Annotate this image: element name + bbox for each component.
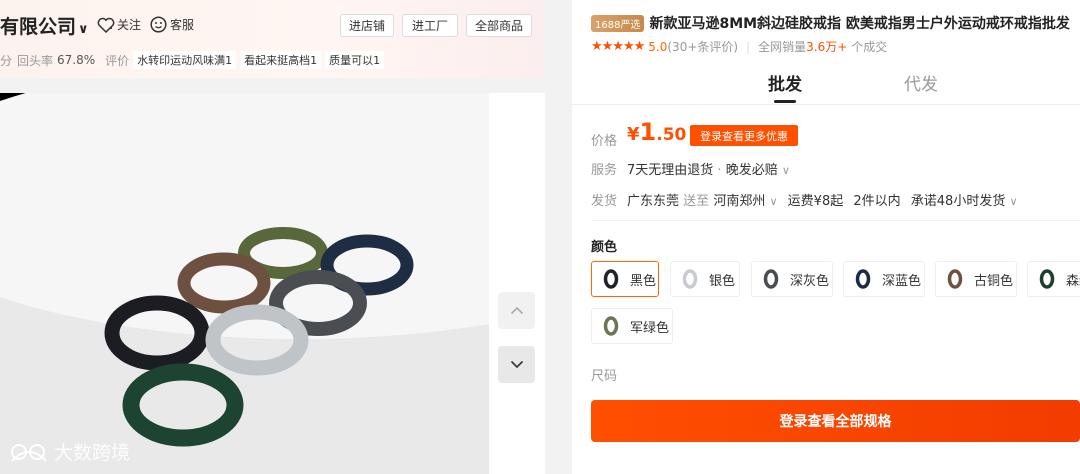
rating-row: ★★★★★ 5.0 (30+条评价) | 全网销量 3.6万+ 个成交: [591, 38, 887, 55]
price-decimal: .50: [656, 125, 687, 145]
color-option[interactable]: 深蓝色: [843, 261, 925, 297]
chevron-down-icon: ∨: [781, 164, 790, 177]
tab-wholesale[interactable]: 批发: [768, 70, 802, 95]
review-label: 评价: [105, 53, 130, 68]
review-count[interactable]: (30+条评价): [667, 38, 738, 55]
color-label: 颜色: [591, 240, 618, 255]
color-option[interactable]: 黑色: [591, 261, 659, 297]
ring-thumbnail-icon: [1037, 269, 1057, 289]
sales-suffix: 个成交: [851, 40, 888, 54]
follow-button[interactable]: 关注: [97, 16, 141, 33]
watermark: 大数跨境: [10, 438, 130, 465]
enter-store-button[interactable]: 进店铺: [340, 14, 394, 37]
shipping-info: 广东东莞 送至 河南郑州 ∨ 运费¥8起 2件以内 承诺48小时发货 ∨: [627, 190, 1018, 209]
ship-from: 广东东莞: [627, 194, 680, 209]
rings-image: [0, 93, 489, 474]
all-products-button[interactable]: 全部商品: [466, 14, 532, 37]
color-option-label: 银色: [709, 273, 736, 289]
divider: [572, 104, 1080, 105]
return-policy: 7天无理由退货: [627, 163, 714, 178]
price-integer: 1: [639, 118, 657, 146]
color-option[interactable]: 军绿色: [591, 308, 673, 344]
service-row-label: 服务: [591, 163, 618, 178]
star-rating-icon: ★★★★★: [591, 39, 645, 54]
watermark-text: 大数跨境: [54, 442, 131, 464]
color-option-label: 森绿: [1066, 273, 1080, 289]
size-label: 尺码: [591, 369, 618, 384]
shop-header: 有限公司 ∨ 关注 客服 进店铺 进工厂 全部商品 分 回头率 67.8% 评价 …: [0, 0, 545, 78]
chevron-down-icon: [510, 360, 523, 369]
smile-icon: [150, 16, 167, 33]
shipping-qty: 2件以内: [853, 194, 901, 209]
review-tag: 质量可以1: [325, 51, 385, 69]
title-row: 1688严选 新款亚马逊8MM斜边硅胶戒指 欧美戒指男士户外运动戒环戒指批发: [591, 13, 1070, 33]
rating-score: 5.0: [648, 39, 668, 54]
chevron-up-icon: [510, 306, 523, 315]
chevron-down-icon: ∨: [1009, 195, 1018, 208]
color-option-label: 古铜色: [974, 273, 1014, 289]
late-compensation: 晚发必赔: [725, 163, 778, 178]
customer-service-button[interactable]: 客服: [150, 16, 194, 33]
color-option[interactable]: 森绿: [1027, 261, 1080, 297]
price-label: 价格: [591, 134, 618, 149]
login-view-specs-button[interactable]: 登录查看全部规格: [591, 400, 1080, 442]
ring-thumbnail-icon: [601, 316, 621, 336]
product-photo[interactable]: 大数跨境: [0, 93, 489, 474]
sales-label: 全网销量: [758, 40, 807, 54]
product-title: 新款亚马逊8MM斜边硅胶戒指 欧美戒指男士户外运动戒环戒指批发: [649, 16, 1070, 32]
delivery-promise[interactable]: 承诺48小时发货 ∨: [911, 194, 1018, 209]
ring-thumbnail-icon: [945, 269, 965, 289]
shipping-fee: 运费¥8起: [787, 194, 844, 209]
review-tag: 水转印运动风味满1: [133, 51, 237, 69]
ship-to-select[interactable]: 河南郑州 ∨: [713, 194, 777, 209]
service-info[interactable]: 7天无理由退货 · 晚发必赔 ∨: [627, 159, 790, 178]
product-gallery: 大数跨境: [0, 93, 545, 474]
purchase-tabs: 批发 代发: [572, 70, 1080, 104]
color-option[interactable]: 古铜色: [935, 261, 1017, 297]
enter-factory-button[interactable]: 进工厂: [402, 14, 458, 37]
shipping-row-label: 发货: [591, 194, 618, 209]
login-promo-button[interactable]: 登录查看更多优惠: [690, 125, 798, 146]
sales-value: 3.6万+: [806, 40, 848, 54]
yanxuan-badge: 1688严选: [591, 14, 645, 32]
service-label: 客服: [170, 18, 195, 32]
product-panel: 1688严选 新款亚马逊8MM斜边硅胶戒指 欧美戒指男士户外运动戒环戒指批发 ★…: [572, 0, 1080, 474]
watermark-logo-icon: [11, 443, 47, 462]
separator: |: [746, 39, 751, 54]
ship-to: 河南郑州: [713, 194, 766, 209]
heart-icon: [97, 17, 115, 33]
ring-thumbnail-icon: [761, 269, 781, 289]
shop-name-text: 有限公司: [0, 16, 77, 38]
color-option-label: 深蓝色: [882, 273, 922, 289]
review-tag: 看起来挺高档1: [240, 51, 322, 69]
stats-partial: 分: [0, 53, 13, 68]
delivery-promise-text: 承诺48小时发货: [910, 194, 1006, 209]
gallery-up-button[interactable]: [498, 292, 535, 329]
ship-to-word: 送至: [683, 194, 710, 209]
shop-name[interactable]: 有限公司 ∨: [0, 12, 89, 39]
return-rate-label: 回头率: [17, 53, 54, 68]
tab-underline: [774, 100, 796, 103]
gallery-down-button[interactable]: [498, 346, 535, 383]
price-value: ¥1.50: [627, 118, 686, 146]
color-option[interactable]: 银色: [670, 261, 740, 297]
color-option[interactable]: 深灰色: [751, 261, 833, 297]
ring-thumbnail-icon: [853, 269, 873, 289]
dot-separator: ·: [717, 163, 722, 178]
ring-thumbnail-icon: [680, 269, 700, 289]
follow-label: 关注: [117, 18, 142, 32]
price-currency: ¥: [627, 124, 640, 145]
ring-thumbnail-icon: [601, 269, 621, 289]
divider: [591, 220, 1080, 221]
color-option-label: 深灰色: [790, 273, 830, 289]
shop-stats: 分 回头率 67.8% 评价 水转印运动风味满1 看起来挺高档1 质量可以1: [0, 51, 385, 69]
chevron-down-icon: ∨: [78, 22, 89, 37]
chevron-down-icon: ∨: [769, 195, 778, 208]
color-option-label: 军绿色: [630, 320, 670, 336]
tab-dropship[interactable]: 代发: [904, 70, 938, 95]
return-rate-value: 67.8%: [57, 53, 96, 67]
color-option-label: 黑色: [630, 273, 657, 289]
